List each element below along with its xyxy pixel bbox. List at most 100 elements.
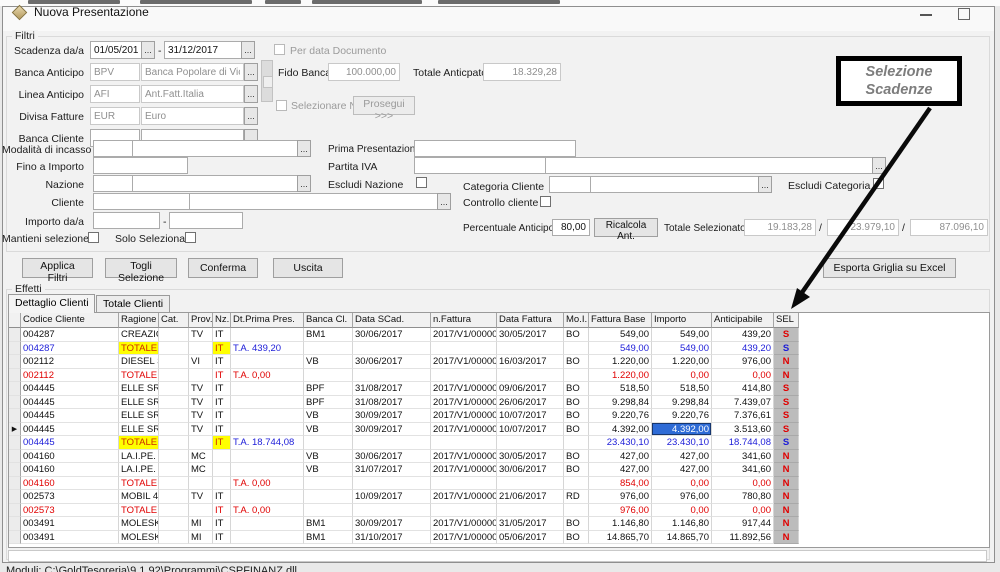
cell[interactable]: 439,20 — [712, 328, 774, 342]
cell[interactable]: 7.376,61 — [712, 409, 774, 423]
cell[interactable]: N — [774, 531, 799, 545]
row-selector[interactable] — [9, 463, 21, 477]
modalita-code-input[interactable] — [93, 140, 133, 157]
cell[interactable]: 002573 — [21, 504, 119, 518]
cell[interactable]: 14.865,70 — [652, 531, 712, 545]
cell[interactable]: 10/07/2017 — [497, 423, 564, 437]
cell[interactable]: 2017/V1/000001 — [431, 490, 497, 504]
cell[interactable]: S — [774, 328, 799, 342]
applica-filtri-button[interactable]: Applica Filtri — [22, 258, 93, 278]
cell[interactable]: IT — [213, 409, 231, 423]
column-header-selector[interactable] — [9, 313, 21, 328]
table-row[interactable]: ▶004445ELLE SRLTVITVB30/09/20172017/V1/0… — [9, 423, 989, 437]
cell[interactable]: T.A. 0,00 — [231, 477, 304, 491]
table-row[interactable]: 002112TOTALE CITT.A. 0,001.220,000,000,0… — [9, 369, 989, 383]
cell[interactable]: 780,80 — [712, 490, 774, 504]
tab-totale-clienti[interactable]: Totale Clienti — [96, 295, 170, 312]
cell[interactable]: 518,50 — [652, 382, 712, 396]
cell[interactable] — [304, 477, 353, 491]
cell[interactable]: TOTALE C — [119, 369, 159, 383]
cell[interactable]: 26/06/2017 — [497, 396, 564, 410]
cell[interactable]: 003491 — [21, 531, 119, 545]
categoria-browse-button[interactable]: ... — [758, 176, 772, 193]
cell[interactable]: 2017/V1/000001 — [431, 396, 497, 410]
cell[interactable]: 2017/V1/000001 — [431, 328, 497, 342]
cell[interactable]: IT — [213, 490, 231, 504]
cell[interactable]: MI — [189, 531, 213, 545]
cell[interactable]: 31/08/2017 — [353, 396, 431, 410]
categoria-desc-input[interactable] — [590, 176, 759, 193]
cell[interactable] — [213, 463, 231, 477]
cell[interactable]: IT — [213, 436, 231, 450]
cell[interactable]: 439,20 — [712, 342, 774, 356]
cell[interactable]: VI — [189, 355, 213, 369]
totale-anticipato-input[interactable] — [483, 63, 561, 81]
cell[interactable]: CREAZION — [119, 328, 159, 342]
column-header-sel[interactable]: SEL — [774, 313, 799, 328]
cell[interactable] — [159, 490, 189, 504]
cell[interactable]: 09/06/2017 — [497, 382, 564, 396]
table-row[interactable]: 002573MOBIL 4 DTVIT10/09/20172017/V1/000… — [9, 490, 989, 504]
cell[interactable] — [231, 396, 304, 410]
cell[interactable]: 3.513,60 — [712, 423, 774, 437]
cell[interactable]: 05/06/2017 — [497, 531, 564, 545]
cell[interactable]: 002573 — [21, 490, 119, 504]
controllo-cliente-checkbox[interactable] — [540, 196, 551, 207]
cell[interactable]: 30/05/2017 — [497, 450, 564, 464]
cell[interactable]: RD — [564, 490, 589, 504]
cell[interactable] — [159, 342, 189, 356]
cell[interactable] — [189, 369, 213, 383]
cell[interactable]: S — [774, 342, 799, 356]
cell[interactable]: IT — [213, 369, 231, 383]
linea-anticipo-desc-input[interactable] — [141, 85, 244, 103]
cell[interactable]: BO — [564, 463, 589, 477]
cell[interactable]: MI — [189, 517, 213, 531]
cell[interactable]: IT — [213, 328, 231, 342]
cell[interactable] — [159, 436, 189, 450]
cell[interactable]: 427,00 — [589, 450, 652, 464]
cell[interactable]: 002112 — [21, 355, 119, 369]
cell[interactable]: 427,00 — [589, 463, 652, 477]
cell[interactable]: 2017/V1/000001 — [431, 531, 497, 545]
cell[interactable] — [231, 423, 304, 437]
cell[interactable]: T.A. 0,00 — [231, 504, 304, 518]
cell[interactable]: N — [774, 369, 799, 383]
cell[interactable]: IT — [213, 355, 231, 369]
column-header-data-scad-[interactable]: Data SCad. — [353, 313, 431, 328]
cell[interactable]: 976,00 — [589, 490, 652, 504]
linea-anticipo-browse-button[interactable]: ... — [244, 85, 258, 103]
cell[interactable] — [159, 423, 189, 437]
cell[interactable]: 30/06/2017 — [353, 355, 431, 369]
cell[interactable]: 549,00 — [589, 328, 652, 342]
cell[interactable]: MOBIL 4 D — [119, 490, 159, 504]
cell[interactable]: 004445 — [21, 423, 119, 437]
cell[interactable] — [497, 369, 564, 383]
cell[interactable] — [431, 369, 497, 383]
divisa-desc-input[interactable] — [141, 107, 244, 125]
cell[interactable] — [231, 328, 304, 342]
cell[interactable]: 0,00 — [712, 369, 774, 383]
selezionare-nc-checkbox[interactable] — [276, 100, 287, 111]
banca-anticipo-code-input[interactable] — [90, 63, 140, 81]
cell[interactable] — [231, 382, 304, 396]
cell[interactable]: 23.430,10 — [589, 436, 652, 450]
banca-anticipo-browse-button[interactable]: ... — [244, 63, 258, 81]
cell[interactable]: ELLE SRL — [119, 409, 159, 423]
conferma-button[interactable]: Conferma — [188, 258, 258, 278]
cell[interactable]: IT — [213, 396, 231, 410]
table-row[interactable]: 004287TOTALE CITT.A. 439,20549,00549,004… — [9, 342, 989, 356]
cell[interactable] — [231, 490, 304, 504]
column-header-importo[interactable]: Importo — [652, 313, 712, 328]
cell[interactable] — [304, 369, 353, 383]
maximize-icon[interactable] — [958, 8, 970, 20]
cell[interactable]: N — [774, 504, 799, 518]
cell[interactable]: BM1 — [304, 531, 353, 545]
cell[interactable] — [159, 355, 189, 369]
cell[interactable]: BO — [564, 382, 589, 396]
row-selector[interactable] — [9, 382, 21, 396]
cell[interactable]: 004445 — [21, 409, 119, 423]
cell[interactable]: 0,00 — [652, 477, 712, 491]
cell[interactable]: 002112 — [21, 369, 119, 383]
cell[interactable] — [431, 504, 497, 518]
cell[interactable] — [213, 477, 231, 491]
